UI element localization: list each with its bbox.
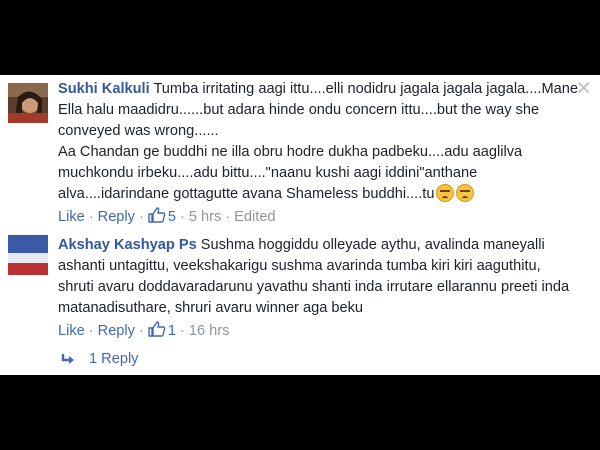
comment-time[interactable]: 5 hrs [189, 209, 221, 225]
thumbs-up-icon [148, 207, 166, 223]
edited-label[interactable]: Edited [234, 209, 275, 225]
angry-face-icon [456, 184, 475, 202]
comment-actions: Like · Reply · 1 · 16 hrs [58, 321, 230, 339]
like-count[interactable]: 1 [148, 321, 176, 339]
avatar[interactable] [8, 83, 48, 123]
reply-arrow-icon [61, 354, 74, 364]
thumbs-up-icon [148, 321, 166, 337]
like-link[interactable]: Like [58, 323, 85, 339]
comment-time[interactable]: 16 hrs [189, 323, 230, 339]
comments-panel: ✕ Sukhi Kalkuli Tumba irritating aagi it… [0, 75, 600, 375]
comment-text: Akshay Kashyap Ps Sushma hoggiddu olleya… [58, 235, 580, 319]
reply-link[interactable]: Reply [98, 209, 135, 225]
comment-actions: Like · Reply · 5 · 5 hrs · Edited [58, 207, 276, 225]
view-replies-link[interactable]: 1 Reply [61, 351, 138, 367]
like-count[interactable]: 5 [148, 207, 176, 225]
avatar[interactable] [8, 235, 48, 275]
reply-link[interactable]: Reply [98, 323, 135, 339]
angry-face-icon [436, 184, 455, 202]
comment-author[interactable]: Sukhi Kalkuli [58, 81, 150, 97]
like-link[interactable]: Like [58, 209, 85, 225]
comment-author[interactable]: Akshay Kashyap Ps [58, 237, 197, 253]
replies-label[interactable]: 1 Reply [89, 351, 138, 367]
comment-text: Sukhi Kalkuli Tumba irritating aagi ittu… [58, 79, 580, 205]
